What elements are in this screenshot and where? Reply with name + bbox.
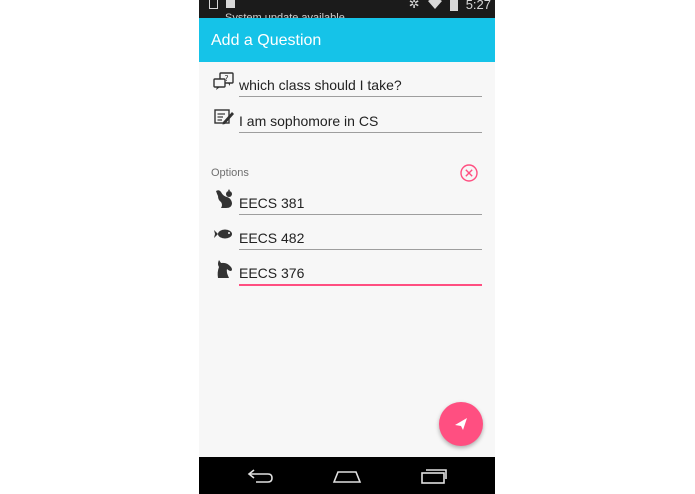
- clear-options-icon[interactable]: [460, 164, 478, 182]
- nav-back-button[interactable]: [245, 465, 275, 487]
- edit-note-icon: [214, 109, 234, 125]
- recents-icon: [421, 469, 447, 484]
- app-bar: Add a Question: [199, 18, 495, 62]
- wifi-icon: [427, 0, 442, 9]
- home-icon: [332, 471, 362, 483]
- squirrel-icon: [216, 189, 232, 208]
- option-input-3[interactable]: EECS 376: [239, 262, 482, 286]
- page-title: Add a Question: [211, 32, 322, 49]
- bluetooth-icon: ✲: [408, 0, 420, 11]
- send-button[interactable]: [439, 402, 483, 446]
- navigation-bar: [199, 457, 495, 494]
- question-bubble-icon: ?: [213, 72, 234, 90]
- status-bar: System update available ✲ 5:27: [199, 0, 495, 24]
- option-row-3: EECS 376: [211, 258, 483, 286]
- option-input-2[interactable]: EECS 482: [239, 227, 482, 250]
- notification-image-icon: [226, 0, 235, 8]
- horse-icon: [217, 260, 232, 278]
- send-icon: [455, 418, 467, 430]
- description-input[interactable]: I am sophomore in CS: [239, 110, 482, 133]
- status-right-group: ✲ 5:27: [409, 0, 491, 12]
- fish-icon: [214, 229, 232, 239]
- phone-screen: System update available ✲ 5:27 Add a Que…: [199, 0, 495, 494]
- status-notification-icons: [209, 0, 235, 9]
- question-input[interactable]: which class should I take?: [239, 74, 482, 97]
- option-row-1: EECS 381: [211, 188, 483, 216]
- battery-icon: [449, 0, 458, 11]
- notification-download-icon: [209, 0, 218, 9]
- nav-recents-button[interactable]: [419, 465, 449, 487]
- back-icon: [247, 469, 273, 483]
- nav-home-button[interactable]: [332, 465, 362, 487]
- question-field-row: ? which class should I take?: [211, 72, 483, 98]
- options-label: Options: [211, 167, 249, 179]
- description-field-row: I am sophomore in CS: [211, 107, 483, 133]
- option-row-2: EECS 482: [211, 224, 483, 252]
- option-input-1[interactable]: EECS 381: [239, 192, 482, 215]
- status-time: 5:27: [465, 0, 491, 12]
